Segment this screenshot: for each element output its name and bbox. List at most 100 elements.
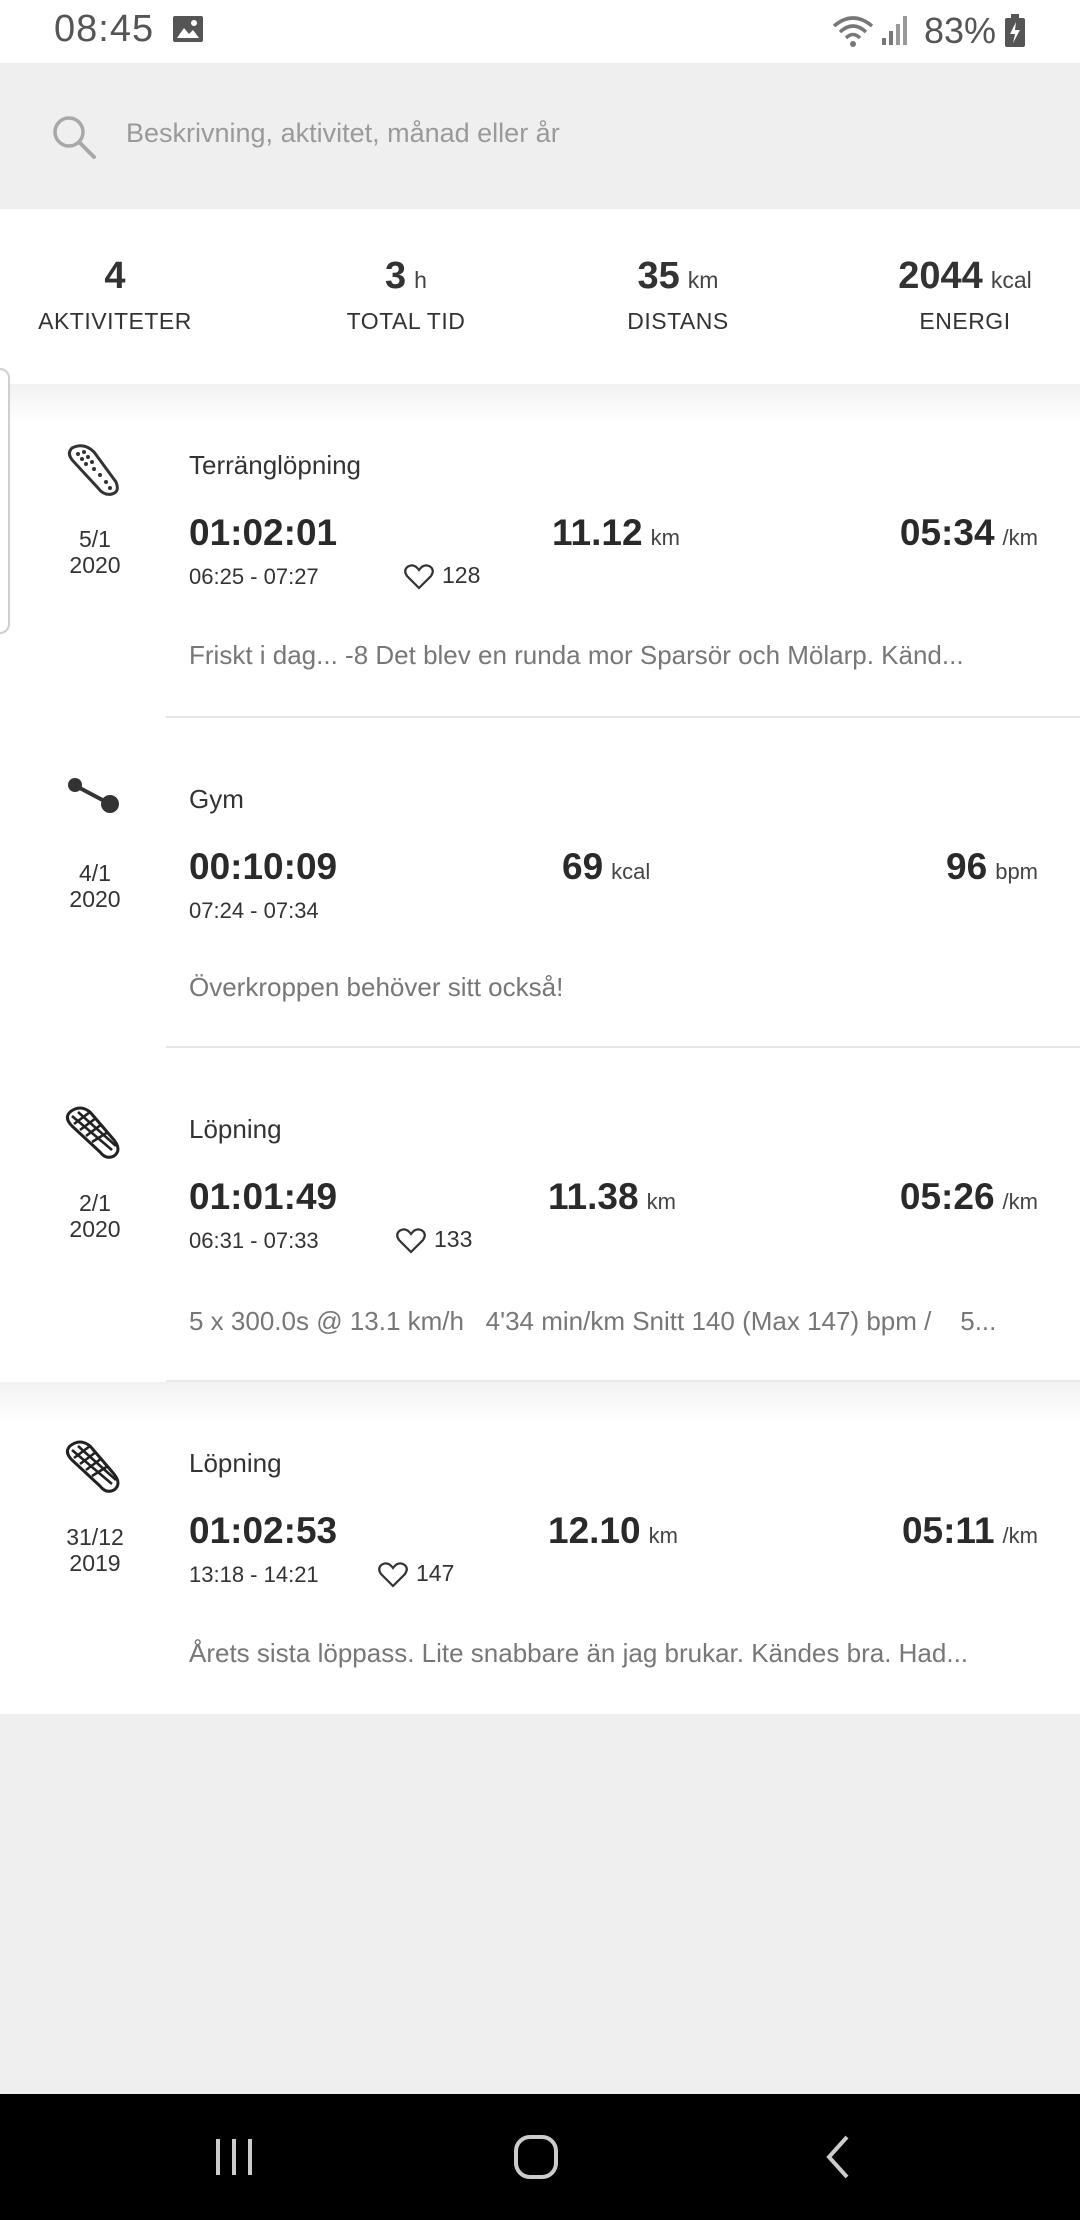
activity-distance-value: 11.38 [548,1176,639,1217]
activity-date-day: 5/1 [79,526,111,552]
activity-description: Årets sista löppass. Lite snabbare än ja… [189,1638,969,1668]
activity-description: Friskt i dag... -8 Det blev en runda mor… [189,640,964,670]
activity-pace-unit: /km [1002,1189,1038,1214]
activity-date-year: 2020 [69,552,121,578]
running-shoe-icon [64,1104,124,1165]
trail-shoe-icon [64,442,124,503]
activity-card[interactable]: 5/1 2020 Terränglöpning 01:02:01 06:25 -… [0,384,1080,718]
activity-distance-value: 11.12 [552,512,643,553]
activity-distance-unit: km [646,1189,676,1214]
heart-icon [396,1228,426,1254]
activity-pace-unit: /km [1002,1523,1038,1548]
activity-duration: 01:02:53 [189,1510,338,1551]
search-input[interactable]: Beskrivning, aktivitet, månad eller år [126,118,560,149]
activity-pace: 05:11/km [902,1510,1038,1552]
heart-rate-value: 133 [434,1226,473,1252]
activity-distance: 11.12 km [552,512,680,554]
recent-apps-button[interactable] [174,2094,294,2220]
running-shoe-icon [64,1438,124,1499]
dumbbell-icon [66,776,122,821]
back-icon [826,2135,849,2179]
activity-avg-hr: 96 bpm [946,846,1038,888]
battery-icon [1004,14,1026,53]
activity-date: 31/12 2019 [40,1524,150,1576]
activity-energy-value: 69 [562,846,604,887]
summary-energy: 2044 kcal ENERGI [870,255,1060,335]
heart-icon [404,564,434,590]
activity-pace-value: 05:34 [899,512,995,553]
back-button[interactable] [778,2094,898,2220]
status-bar: 08:45 83% [0,0,1080,63]
heart-rate: 128 [404,562,480,590]
heart-rate: 133 [396,1226,472,1254]
edge-panel-handle[interactable] [0,368,10,634]
summary-distance-label: DISTANS [627,308,729,334]
heart-rate-value: 128 [442,562,481,588]
activity-date: 4/1 2020 [40,860,150,912]
home-icon [514,2135,558,2179]
activity-date-day: 4/1 [79,860,111,886]
activity-description: 5 x 300.0s @ 13.1 km/h 4'34 min/km Snitt… [189,1306,997,1336]
summary-total-time: 3h TOTAL TID [326,255,486,335]
activity-pace-unit: /km [1002,525,1038,550]
activity-distance-unit: km [650,525,680,550]
activity-pace-value: 05:11 [901,1510,995,1551]
summary-total-time-value: 3 [385,255,407,297]
home-button[interactable] [476,2094,596,2220]
activity-date-year: 2019 [69,1550,121,1576]
activity-date: 2/1 2020 [40,1190,150,1242]
activity-duration: 01:02:01 [189,512,338,553]
summary-distance-unit: km [687,267,719,293]
activity-time-range: 06:31 - 07:33 [189,1228,319,1253]
activity-distance-value: 12.10 [548,1510,641,1551]
activity-time-range: 07:24 - 07:34 [189,898,319,923]
activity-pace: 05:26/km [900,1176,1038,1218]
activity-title: Terränglöpning [189,450,362,480]
system-navigation-bar [0,2094,1080,2220]
status-time: 08:45 [54,8,155,50]
activity-time-range: 06:25 - 07:27 [189,564,319,589]
summary-total-time-unit: h [414,267,427,293]
summary-energy-unit: kcal [990,267,1032,293]
summary-energy-label: ENERGI [919,308,1011,334]
activity-energy-unit: kcal [611,859,651,884]
gallery-icon [172,15,204,48]
search-icon [50,113,98,166]
search-bar[interactable]: Beskrivning, aktivitet, månad eller år [0,63,1080,209]
activity-list: 5/1 2020 Terränglöpning 01:02:01 06:25 -… [0,384,1080,1714]
activity-date-year: 2020 [69,1216,121,1242]
activity-title: Gym [189,784,244,814]
heart-rate: 147 [378,1560,454,1588]
activity-card[interactable]: 4/1 2020 Gym 00:10:09 07:24 - 07:34 69 kc… [0,718,1080,1048]
activity-card[interactable]: 2/1 2020 Löpning 01:01:49 06:31 - 07:33 … [0,1048,1080,1382]
summary-total-time-label: TOTAL TID [346,308,466,334]
summary-activities-value: 4 [104,255,126,297]
activity-description: Överkroppen behöver sitt också! [189,972,564,1002]
activity-duration: 01:01:49 [189,1176,338,1217]
summary-distance: 35 km DISTANS [598,255,758,335]
activity-time-range: 13:18 - 14:21 [189,1562,319,1587]
activity-duration: 00:10:09 [189,846,338,887]
signal-icon [880,14,910,51]
activity-date-day: 2/1 [79,1190,111,1216]
summary-distance-value: 35 [637,255,680,297]
activity-pace: 05:34/km [900,512,1038,554]
summary-activities: 4 AKTIVITETER [30,255,200,335]
activity-avg-hr-unit: bpm [995,859,1038,884]
activity-distance: 12.10 km [548,1510,678,1552]
activity-card[interactable]: 31/12 2019 Löpning 01:02:53 13:18 - 14:2… [0,1382,1080,1714]
activity-date-year: 2020 [69,886,121,912]
activity-title: Löpning [189,1448,282,1478]
activity-date: 5/1 2020 [40,526,150,578]
heart-icon [378,1562,408,1588]
summary-stats: 4 AKTIVITETER 3h TOTAL TID 35 km DISTANS … [0,209,1080,384]
activity-energy: 69 kcal [562,846,650,888]
activity-avg-hr-value: 96 [946,846,988,887]
activity-distance-unit: km [648,1523,678,1548]
wifi-icon [832,14,874,53]
summary-energy-value: 2044 [898,255,983,297]
battery-percent: 83% [924,10,997,51]
heart-rate-value: 147 [416,1560,455,1586]
activity-pace-value: 05:26 [899,1176,995,1217]
summary-activities-label: AKTIVITETER [38,308,192,334]
